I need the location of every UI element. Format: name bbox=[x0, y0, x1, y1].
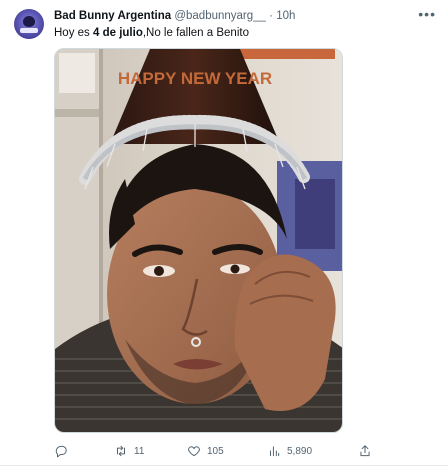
avatar-band bbox=[20, 28, 38, 33]
tweet-text-bold: 4 de julio bbox=[93, 27, 143, 39]
display-name[interactable]: Bad Bunny Argentina bbox=[54, 10, 171, 22]
like-button[interactable]: 105 bbox=[187, 442, 224, 460]
separator-dot: · bbox=[269, 10, 273, 22]
retweet-count: 11 bbox=[134, 445, 145, 457]
views-button[interactable]: 5,890 bbox=[267, 442, 312, 460]
share-icon bbox=[360, 445, 370, 457]
tweet-text-end: ,No le fallen a Benito bbox=[142, 27, 249, 39]
views-count: 5,890 bbox=[287, 445, 313, 457]
tweet-text-start: Hoy es bbox=[54, 27, 93, 39]
user-handle[interactable]: @badbunnyarg__ bbox=[174, 10, 266, 22]
action-bar: 11 105 5,890 bbox=[54, 442, 384, 460]
hat-print: HAPPY NEW YEAR bbox=[118, 69, 272, 88]
like-count: 105 bbox=[207, 445, 224, 457]
photo-illustration: HAPPY NEW YEAR bbox=[55, 49, 342, 432]
tweet-photo[interactable]: HAPPY NEW YEAR bbox=[54, 48, 343, 433]
tweet-header: Bad Bunny Argentina @badbunnyarg__ · 10h bbox=[54, 9, 295, 23]
views-icon bbox=[270, 446, 280, 457]
avatar[interactable] bbox=[14, 9, 44, 39]
timestamp[interactable]: 10h bbox=[276, 10, 295, 22]
reply-button[interactable] bbox=[54, 442, 74, 460]
tweet[interactable]: Bad Bunny Argentina @badbunnyarg__ · 10h… bbox=[0, 0, 448, 466]
more-options-icon[interactable]: ••• bbox=[418, 6, 436, 22]
retweet-icon bbox=[117, 445, 125, 457]
share-button[interactable] bbox=[358, 442, 378, 460]
retweet-button[interactable]: 11 bbox=[114, 442, 144, 460]
avatar-figure bbox=[23, 16, 35, 27]
heart-icon bbox=[188, 446, 200, 457]
reply-icon bbox=[55, 445, 67, 458]
tweet-text: Hoy es 4 de julio,No le fallen a Benito bbox=[54, 26, 249, 40]
